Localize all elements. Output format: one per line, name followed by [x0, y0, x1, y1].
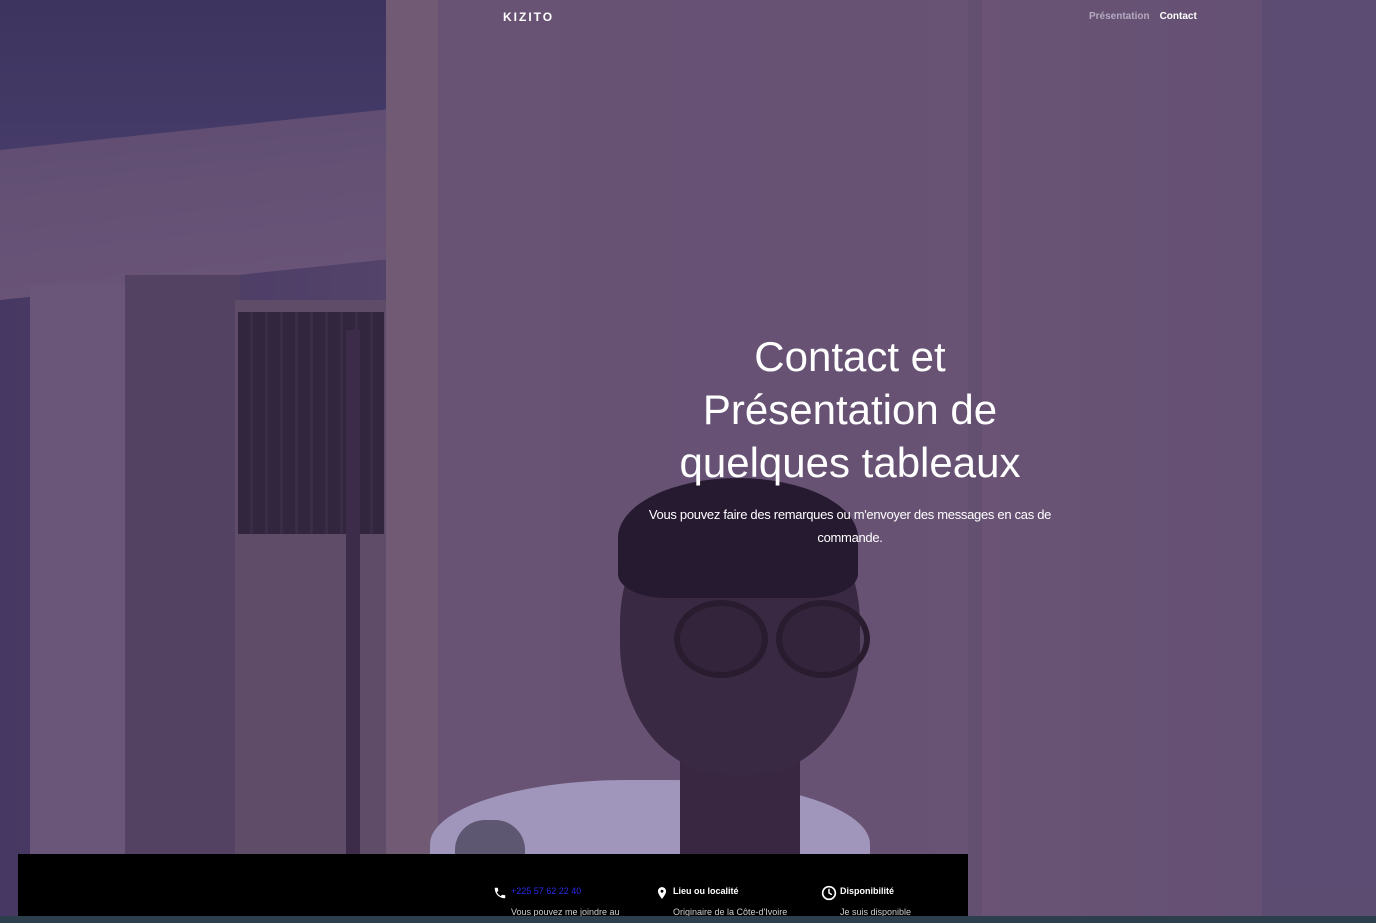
nav-item-presentation[interactable]: Présentation	[1089, 11, 1150, 22]
bottom-edge	[0, 916, 1376, 923]
info-heading: Lieu ou localité	[673, 886, 739, 896]
page-title: Contact et Présentation de quelques tabl…	[640, 330, 1060, 489]
title-line: Présentation de	[702, 386, 998, 433]
title-line: Contact et	[754, 333, 946, 380]
clock-icon	[821, 885, 837, 901]
page-subtitle: Vous pouvez faire des remarques ou m'env…	[648, 507, 1052, 545]
title-line: quelques tableaux	[679, 439, 1021, 486]
nav-item-contact[interactable]: Contact	[1160, 11, 1197, 22]
contact-info-bar: +225 57 62 22 40 Vous pouvez me joindre …	[18, 854, 968, 917]
phone-icon	[494, 887, 506, 899]
top-nav: Présentation Contact	[1089, 11, 1197, 22]
brand-logo[interactable]: KIZITO	[503, 10, 554, 24]
location-pin-icon	[657, 887, 667, 899]
phone-number-link[interactable]: +225 57 62 22 40	[511, 886, 581, 896]
info-heading: Disponibilité	[840, 886, 894, 896]
